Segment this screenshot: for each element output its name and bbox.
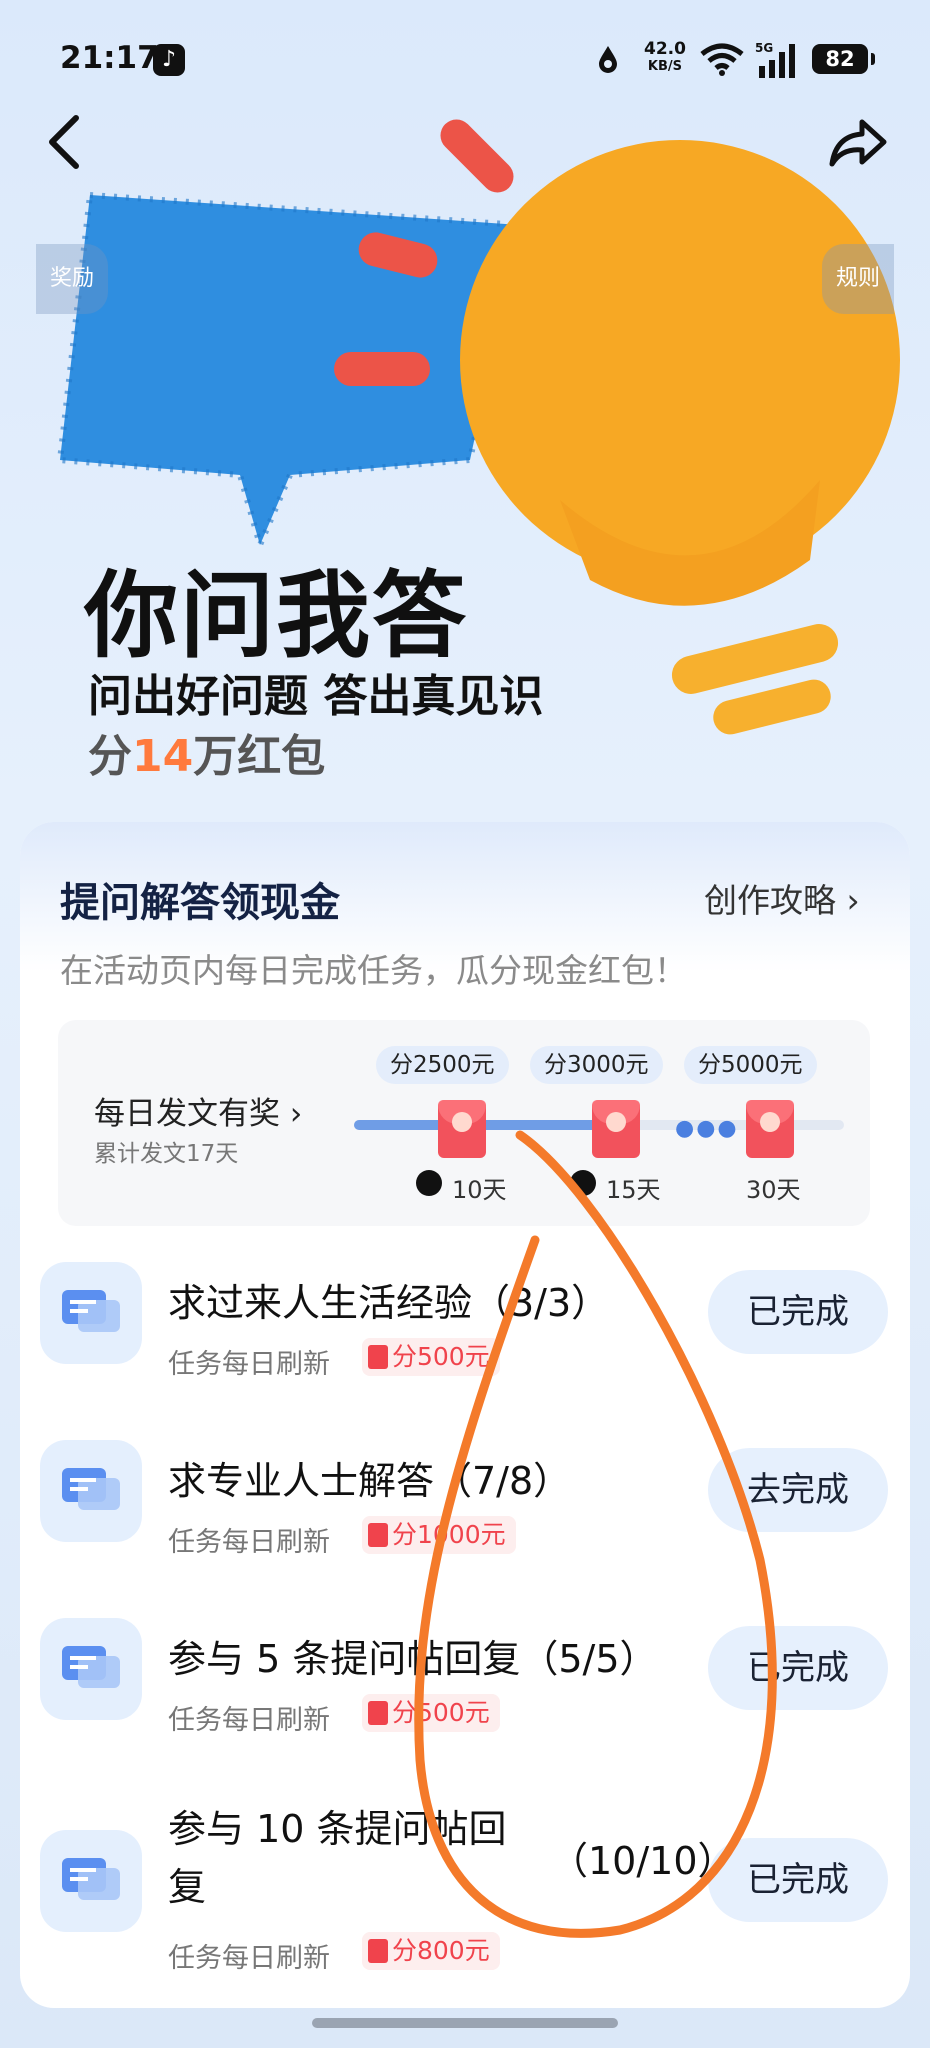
- red-envelope-icon: [746, 1100, 794, 1158]
- task-status-button[interactable]: 已完成: [708, 1626, 888, 1710]
- network-speed: 42.0 KB/S: [644, 39, 686, 74]
- card-title: 提问解答领现金: [60, 880, 340, 926]
- svg-text:5G: 5G: [755, 41, 773, 55]
- reward-badge: 分500元: [362, 1338, 500, 1376]
- wifi-icon: [700, 43, 744, 76]
- ellipsis-dots: ●●●: [675, 1116, 739, 1141]
- card-description: 在活动页内每日完成任务，瓜分现金红包！: [60, 951, 687, 990]
- status-bar: 21:17 ♪ 42.0 KB/S 5G 82: [0, 0, 930, 120]
- chat-bubble-icon: [40, 1262, 142, 1364]
- daily-post-progress: 每日发文有奖 › 累计发文17天 分2500元 分3000元 分5000元 ●●…: [58, 1020, 870, 1226]
- task-status-button[interactable]: 已完成: [708, 1270, 888, 1354]
- reward-badge: 分500元: [362, 1694, 500, 1732]
- check-icon: [570, 1170, 596, 1196]
- task-status-button[interactable]: 去完成: [708, 1448, 888, 1532]
- milestone-day: 30天: [746, 1176, 801, 1204]
- hero-prize: 分14万红包: [88, 731, 326, 782]
- task-refresh-note: 任务每日刷新: [168, 1943, 330, 1974]
- status-time: 21:17: [60, 40, 159, 76]
- milestone-day: 10天: [452, 1176, 507, 1204]
- task-row: 参与 5 条提问帖回复（5/5） 任务每日刷新 分500元 已完成: [20, 1608, 910, 1768]
- share-icon[interactable]: [828, 112, 888, 172]
- cellular-signal-icon: 5G: [755, 41, 795, 78]
- battery-indicator: 82: [812, 44, 875, 74]
- task-title: 参与 10 条提问帖回复: [168, 1807, 507, 1909]
- task-status-button[interactable]: 已完成: [708, 1838, 888, 1922]
- rewards-pill[interactable]: 奖励: [36, 244, 108, 314]
- red-envelope-icon: [592, 1100, 640, 1158]
- task-row: 参与 10 条提问帖回复 （10/10） 任务每日刷新 分800元 已完成: [20, 1786, 910, 1996]
- red-envelope-icon: [438, 1100, 486, 1158]
- reward-badge: 分1000元: [362, 1516, 516, 1554]
- milestone-day: 15天: [606, 1176, 661, 1204]
- task-card: 提问解答领现金 创作攻略 › 在活动页内每日完成任务，瓜分现金红包！ 每日发文有…: [20, 822, 910, 2008]
- creation-guide-link[interactable]: 创作攻略 ›: [704, 874, 860, 922]
- chat-bubble-icon: [40, 1440, 142, 1542]
- tiktok-notification-icon: ♪: [153, 44, 185, 76]
- rules-pill[interactable]: 规则: [822, 244, 894, 314]
- back-icon[interactable]: [44, 112, 84, 172]
- milestone-tag: 分3000元: [530, 1046, 663, 1084]
- task-row: 求过来人生活经验（3/3） 任务每日刷新 分500元 已完成: [20, 1252, 910, 1412]
- daily-post-link[interactable]: 每日发文有奖 ›: [94, 1088, 302, 1133]
- task-title: 参与 5 条提问帖回复（5/5）: [168, 1637, 658, 1681]
- task-title: 求过来人生活经验（3/3）: [168, 1281, 610, 1325]
- task-title: 求专业人士解答（7/8）: [168, 1459, 572, 1503]
- milestone-tag: 分5000元: [684, 1046, 817, 1084]
- task-refresh-note: 任务每日刷新: [168, 1527, 330, 1558]
- chat-bubble-icon: [40, 1618, 142, 1720]
- data-saver-icon: [599, 46, 617, 73]
- hero-title: 你问我答: [84, 562, 469, 671]
- task-row: 求专业人士解答（7/8） 任务每日刷新 分1000元 去完成: [20, 1430, 910, 1590]
- task-refresh-note: 任务每日刷新: [168, 1705, 330, 1736]
- home-indicator[interactable]: [312, 2018, 618, 2028]
- milestone-tag: 分2500元: [376, 1046, 509, 1084]
- task-refresh-note: 任务每日刷新: [168, 1349, 330, 1380]
- chat-bubble-icon: [40, 1830, 142, 1932]
- check-icon: [416, 1170, 442, 1196]
- reward-badge: 分800元: [362, 1932, 500, 1970]
- hero-subtitle: 问出好问题 答出真见识: [88, 671, 544, 722]
- cumulative-days: 累计发文17天: [94, 1141, 239, 1167]
